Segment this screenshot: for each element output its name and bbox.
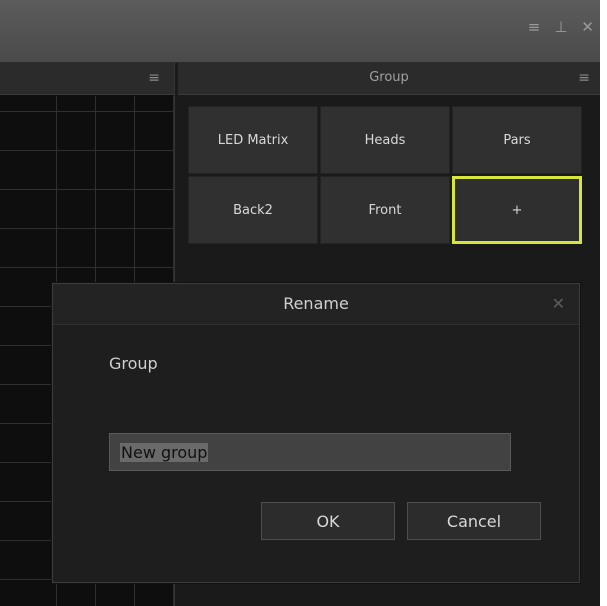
cancel-button[interactable]: Cancel bbox=[407, 502, 541, 540]
dialog-title: Rename bbox=[283, 294, 349, 313]
left-panel-menu-icon[interactable]: ≡ bbox=[148, 70, 160, 86]
window-titlebar: ≡ ⊥ ✕ bbox=[0, 0, 600, 63]
group-button-heads[interactable]: Heads bbox=[320, 106, 450, 174]
group-button-front[interactable]: Front bbox=[320, 176, 450, 244]
add-group-button[interactable]: + bbox=[452, 176, 582, 244]
pin-icon[interactable]: ⊥ bbox=[554, 20, 567, 35]
group-button-grid: LED Matrix Heads Pars Back2 Front + bbox=[188, 106, 582, 244]
ok-button[interactable]: OK bbox=[261, 502, 395, 540]
menu-icon[interactable]: ≡ bbox=[528, 20, 541, 35]
group-button-led-matrix[interactable]: LED Matrix bbox=[188, 106, 318, 174]
dialog-titlebar: Rename ✕ bbox=[53, 284, 579, 325]
group-panel-header: Group ≡ bbox=[178, 62, 600, 95]
close-icon[interactable]: ✕ bbox=[581, 20, 594, 35]
close-icon[interactable]: ✕ bbox=[552, 294, 565, 313]
group-button-pars[interactable]: Pars bbox=[452, 106, 582, 174]
left-panel-header: ≡ bbox=[0, 62, 174, 95]
group-panel-menu-icon[interactable]: ≡ bbox=[578, 70, 590, 86]
group-name-input[interactable]: New group bbox=[109, 433, 511, 471]
app-frame: ≡ ⊥ ✕ ≡ Group ≡ LED Matrix Heads Pars Ba… bbox=[0, 0, 600, 606]
group-name-input-value: New group bbox=[120, 442, 209, 462]
group-panel-title: Group bbox=[369, 70, 409, 85]
window-controls: ≡ ⊥ ✕ bbox=[528, 20, 594, 35]
rename-dialog: Rename ✕ Group New group OK Cancel bbox=[52, 283, 580, 583]
group-field-label: Group bbox=[109, 354, 158, 373]
group-button-back2[interactable]: Back2 bbox=[188, 176, 318, 244]
